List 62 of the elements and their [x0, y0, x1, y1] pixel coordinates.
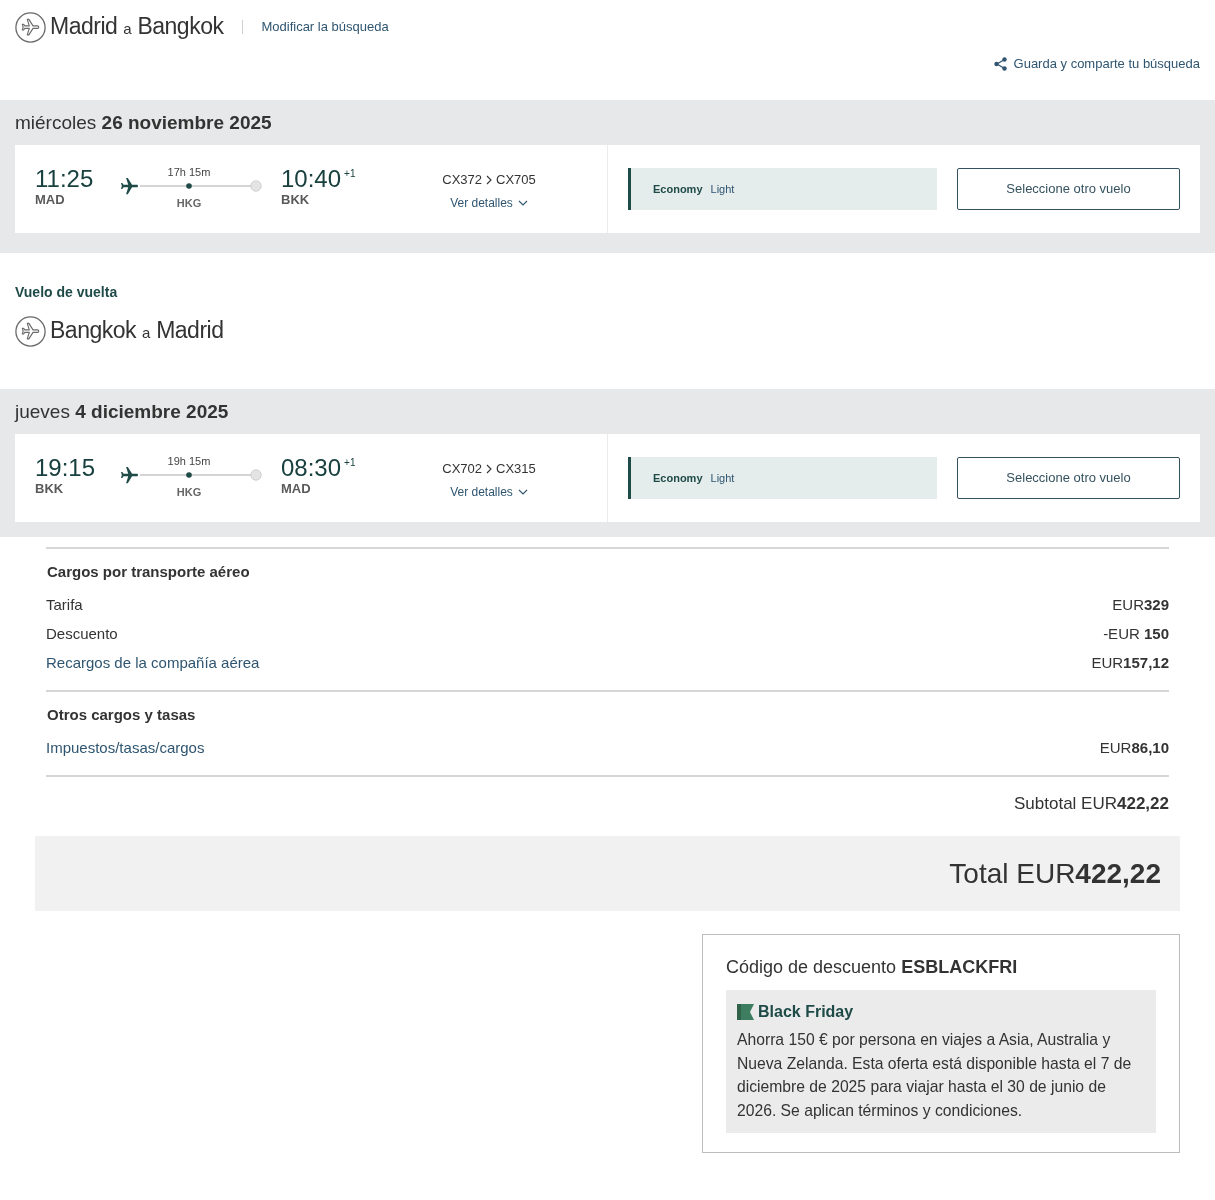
details-link[interactable]: Ver detalles	[450, 195, 528, 211]
chevron-down-icon	[517, 489, 528, 495]
fare-type: Light	[710, 181, 735, 197]
section-label: Vuelo de vuelta	[15, 283, 118, 301]
select-other-flight-button[interactable]: Seleccione otro vuelo	[957, 457, 1180, 499]
charge-label: Descuento	[46, 624, 118, 645]
charge-amount: -EUR 150	[1103, 624, 1169, 645]
charge-amount: EUR86,10	[1099, 738, 1169, 759]
charge-link[interactable]: Recargos de la compañía aérea	[46, 652, 260, 675]
stopover-dot-icon	[186, 183, 192, 189]
date-heading: miércoles 26 noviembre 2025	[15, 111, 273, 134]
departure-airport: BKK	[35, 481, 65, 497]
subtotal: Subtotal EUR422,22	[1014, 793, 1169, 815]
route-title: Bangkok a Madrid	[50, 315, 224, 345]
airplane-icon	[121, 466, 138, 484]
date-heading: jueves 4 diciembre 2025	[15, 400, 230, 423]
fare-type: Light	[710, 470, 735, 486]
arrival-airport: BKK	[281, 192, 311, 208]
departure-time: 19:15	[35, 455, 97, 481]
end-point-icon	[250, 469, 262, 481]
chevron-right-icon	[486, 464, 492, 474]
flight-number: CX705	[496, 171, 536, 189]
charge-amount: EUR157,12	[1091, 653, 1169, 674]
flag-icon	[737, 1004, 754, 1020]
chevron-right-icon	[486, 175, 492, 185]
chevron-down-icon	[517, 200, 528, 206]
charge-label: Tarifa	[46, 595, 83, 616]
day-offset: +1	[344, 457, 356, 468]
flight-number: CX372	[442, 171, 482, 189]
end-point-icon	[250, 180, 262, 192]
flight-number: CX315	[496, 460, 536, 478]
share-search-link[interactable]: Guarda y comparte tu búsqueda	[993, 56, 1200, 72]
details-link[interactable]: Ver detalles	[450, 484, 528, 500]
departure-airport: MAD	[35, 192, 66, 208]
flight-duration: 17h 15m	[166, 165, 212, 179]
promo-name: Black Friday	[758, 1002, 854, 1022]
discount-code-title: Código de descuento ESBLACKFRI	[726, 956, 1019, 979]
share-icon	[993, 57, 1007, 71]
flight-number: CX702	[442, 460, 482, 478]
flight-duration: 19h 15m	[166, 454, 212, 468]
select-other-flight-button[interactable]: Seleccione otro vuelo	[957, 168, 1180, 210]
cabin-class: Economy	[653, 181, 703, 197]
route-title: Madrid a Bangkok	[50, 11, 224, 41]
total-price: Total EUR422,22	[949, 856, 1161, 891]
charges-heading: Otros cargos y tasas	[47, 705, 197, 725]
charge-amount: EUR329	[1112, 595, 1169, 616]
modify-search-link[interactable]: Modificar la búsqueda	[261, 19, 389, 35]
airplane-icon	[121, 177, 138, 195]
stopover-airport: HKG	[175, 485, 203, 499]
departure-time: 11:25	[35, 166, 95, 192]
cabin-class: Economy	[653, 470, 703, 486]
stopover-airport: HKG	[175, 196, 203, 210]
promo-description: Ahorra 150 € por persona en viajes a Asia, Australia y Nueva Zelanda. Esta oferta está disponible hasta el 7 de diciembre de 2025 para viajar hasta el 30 de junio de 2026. Se aplican términos y condiciones.	[737, 1030, 1133, 1121]
charge-link[interactable]: Impuestos/tasas/cargos	[46, 737, 205, 760]
day-offset: +1	[344, 168, 356, 179]
airplane-circle-icon	[15, 315, 46, 347]
stopover-dot-icon	[186, 472, 192, 478]
charges-heading: Cargos por transporte aéreo	[47, 562, 251, 582]
arrival-time: 08:30	[281, 455, 342, 481]
arrival-time: 10:40	[281, 166, 342, 192]
arrival-airport: MAD	[281, 481, 312, 497]
airplane-circle-icon	[15, 11, 46, 43]
